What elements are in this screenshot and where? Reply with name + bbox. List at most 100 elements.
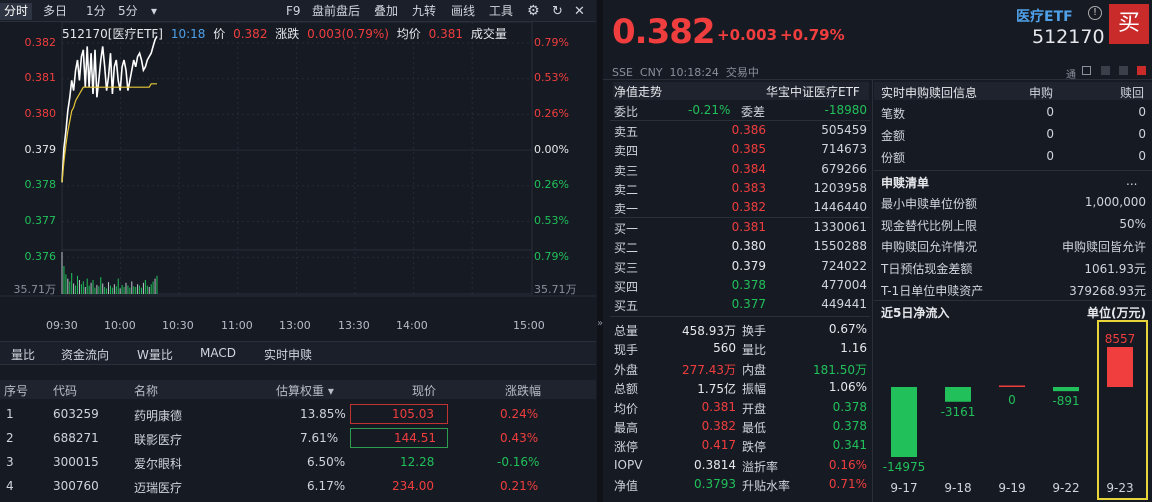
stat-label: 内盘: [742, 362, 767, 377]
realtime-col-subscribe: 申购: [1029, 86, 1054, 100]
col-name[interactable]: 名称: [134, 382, 158, 399]
tools-button[interactable]: 工具: [489, 3, 513, 20]
nine-turn-button[interactable]: 九转: [412, 3, 436, 20]
y-tick: 0.381: [24, 71, 57, 84]
draw-button[interactable]: 画线: [451, 3, 475, 20]
tab-multiday[interactable]: 多日: [43, 3, 67, 20]
more-icon[interactable]: ...: [1126, 174, 1137, 188]
weicha-value: -18980: [824, 103, 867, 117]
row-index: 3: [6, 455, 14, 469]
y-tick-right: 0.53%: [534, 214, 569, 227]
weibi-label: 委比: [614, 105, 639, 119]
stat-value: 458.93万: [682, 324, 736, 338]
divider-line: [610, 217, 870, 218]
percent-change: +0.79%: [780, 26, 845, 44]
divider-line: [610, 316, 870, 317]
favorite-icon[interactable]: [1137, 66, 1146, 75]
info-time: 10:18: [170, 27, 206, 41]
stat-value: 1.75亿: [697, 382, 736, 397]
col-code[interactable]: 代码: [53, 382, 77, 399]
edit-icon[interactable]: [1101, 66, 1110, 75]
table-row[interactable]: 3 300015 爱尔眼科 6.50% 12.28 -0.16%: [0, 451, 596, 475]
tab-macd[interactable]: MACD: [200, 346, 236, 360]
col-change[interactable]: 涨跌幅: [505, 382, 541, 399]
highlight-box: [1097, 320, 1148, 500]
table-row[interactable]: 1 603259 药明康德 13.85% 105.03 0.24%: [0, 403, 596, 427]
divider-line: [872, 80, 873, 502]
flow-date-label: 9-17: [890, 481, 917, 495]
overlay-button[interactable]: 叠加: [374, 3, 398, 20]
security-name[interactable]: 医疗ETF: [1016, 6, 1073, 26]
divider-line: [874, 170, 1152, 171]
buy-level-volume: 1330061: [813, 220, 867, 234]
row-price: 144.51: [394, 431, 436, 445]
refresh-icon[interactable]: ↻: [552, 3, 563, 20]
realtime-row-label: 份额: [881, 151, 906, 165]
tab-intraday[interactable]: 分时: [0, 3, 33, 20]
tab-1min[interactable]: 1分: [86, 3, 106, 20]
buy-level-label: 买二: [614, 241, 639, 256]
sell-level-label: 卖二: [614, 182, 639, 197]
buy-button[interactable]: 买: [1109, 4, 1149, 44]
stat-value: 0.417: [701, 438, 736, 453]
settings-icon[interactable]: ⚙: [527, 3, 540, 20]
row-name: 药明康德: [134, 409, 183, 423]
buy-level-label: 买五: [614, 299, 639, 314]
row-name: 联影医疗: [134, 433, 183, 447]
buy-level-volume: 449441: [821, 297, 867, 312]
col-price[interactable]: 现价: [412, 382, 436, 399]
flow-bar: [891, 387, 917, 457]
subscribe-row-value: 379268.93元: [1069, 283, 1146, 298]
col-index[interactable]: 序号: [4, 382, 28, 399]
chart-canvas: [0, 22, 596, 297]
subscribe-row-label: T-1日单位申赎资产: [881, 283, 984, 298]
table-row[interactable]: 2 688271 联影医疗 7.61% 144.51 0.43%: [0, 427, 596, 451]
tab-5min[interactable]: 5分: [118, 3, 138, 20]
flow-value-label: -891: [1052, 394, 1079, 408]
weicha-label: 委差: [741, 105, 766, 119]
buy-level-volume: 1550288: [813, 239, 867, 254]
info-code: 512170[医疗ETF]: [62, 27, 163, 41]
row-weight: 6.17%: [307, 479, 346, 493]
x-tick: 14:00: [396, 319, 428, 332]
stat-value: 0.381: [701, 399, 736, 414]
chart-info-line: 512170[医疗ETF] 10:18 价 0.382 涨跌 0.003(0.7…: [62, 25, 511, 42]
stat-value: 0.71%: [828, 477, 867, 492]
row-change: 0.43%: [500, 431, 539, 445]
flow-value-label: 0: [1008, 393, 1016, 407]
period-dropdown[interactable]: ▾: [151, 3, 157, 20]
f9-button[interactable]: F9: [286, 3, 301, 20]
stat-label: 涨停: [614, 440, 639, 455]
table-row[interactable]: 4 300760 迈瑞医疗 6.17% 234.00 0.21%: [0, 475, 596, 499]
tab-realtime-subscribe[interactable]: 实时申赎: [264, 346, 312, 363]
grid-icon[interactable]: [1082, 66, 1091, 75]
stat-label: 均价: [614, 401, 639, 416]
intraday-chart[interactable]: 0.382 0.381 0.380 0.379 0.378 0.377 0.37…: [0, 22, 596, 340]
y-tick: 0.378: [24, 178, 57, 191]
pre-post-button[interactable]: 盘前盘后: [312, 3, 360, 20]
alert-icon[interactable]: [1119, 66, 1128, 75]
collapse-icon[interactable]: »: [597, 318, 603, 329]
info-icon[interactable]: !: [1088, 6, 1102, 20]
subscribe-row-label: 现金替代比例上限: [881, 218, 978, 233]
x-tick: 10:00: [104, 319, 136, 332]
realtime-row-subscribe: 0: [1046, 149, 1054, 163]
col-weight[interactable]: 估算权重 ▾: [276, 382, 334, 399]
y-tick-right: 0.26%: [534, 178, 569, 191]
tab-capital-flow[interactable]: 资金流向: [61, 346, 109, 363]
nav-trend-title[interactable]: 净值走势: [614, 83, 662, 100]
close-icon[interactable]: ✕: [574, 3, 585, 20]
stat-value: 0.3793: [694, 477, 736, 492]
stat-value: 1.06%: [828, 380, 867, 395]
sell-level-volume: 505459: [821, 123, 867, 137]
y-tick: 0.376: [24, 250, 57, 263]
stat-value: 277.43万: [682, 362, 736, 377]
y-tick-right: 0.79%: [534, 250, 569, 263]
divider-line: [874, 300, 1152, 301]
stat-value: 1.16: [840, 341, 867, 356]
panel-divider[interactable]: »: [597, 0, 603, 502]
flow-bar: [999, 385, 1025, 387]
tab-volume-ratio[interactable]: 量比: [11, 346, 35, 363]
y-tick-right: 0.79%: [534, 36, 569, 49]
tab-w-volume-ratio[interactable]: W量比: [137, 346, 173, 363]
